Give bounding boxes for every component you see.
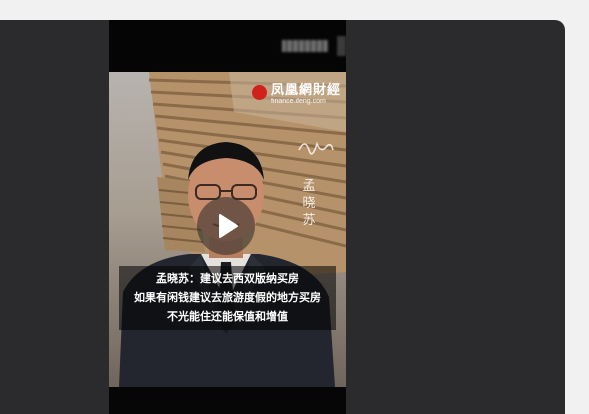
video-bottom-bar <box>109 387 346 414</box>
video-player[interactable]: 凤凰網財經 finance.ifeng.com 孟晓苏 孟晓苏：建议去西双版纳买… <box>0 20 565 414</box>
caption-line: 如果有闲钱建议去旅游度假的地方买房 <box>134 291 321 304</box>
watermark-domain: finance.ifeng.com <box>271 98 326 105</box>
play-icon <box>219 214 238 238</box>
ifeng-finance-watermark: 凤凰網財經 finance.ifeng.com <box>252 83 341 105</box>
caption-line: 不光能住还能保值和增值 <box>167 310 288 323</box>
watermark-brand: 凤凰網財經 <box>271 82 342 97</box>
play-button[interactable] <box>197 197 255 255</box>
video-captions: 孟晓苏：建议去西双版纳买房 如果有闲钱建议去旅游度假的地方买房 不光能住还能保值… <box>119 266 336 330</box>
video-frame[interactable]: 凤凰網財經 finance.ifeng.com 孟晓苏 孟晓苏：建议去西双版纳买… <box>109 20 346 414</box>
caption-line: 孟晓苏：建议去西双版纳买房 <box>156 272 299 285</box>
blurred-text <box>282 40 328 52</box>
blurred-text <box>337 36 346 56</box>
overlay-name: 孟晓苏 <box>302 179 316 228</box>
ifeng-logo-icon <box>252 85 267 100</box>
